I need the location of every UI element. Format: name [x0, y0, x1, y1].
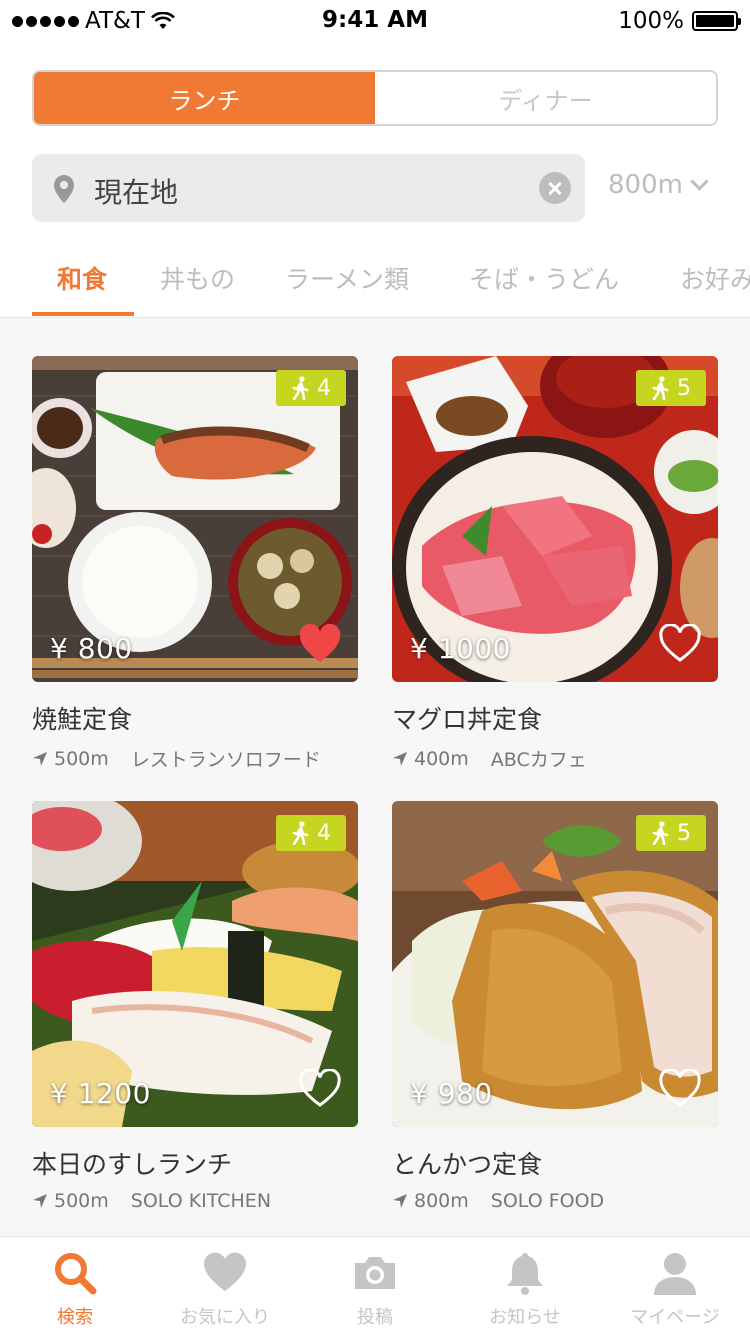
- shop-name: SOLO FOOD: [490, 1190, 605, 1212]
- meal-price: ¥ 1000: [410, 632, 511, 665]
- heart-outline-icon[interactable]: [658, 624, 702, 664]
- heart-filled-icon[interactable]: [298, 624, 342, 664]
- meal-meta: 500m SOLO KITCHEN: [32, 1190, 271, 1212]
- tab-donburi[interactable]: 丼もの: [160, 260, 235, 296]
- walk-minutes: 5: [677, 375, 691, 401]
- meal-price: ¥ 800: [50, 632, 133, 665]
- nav-mypage[interactable]: マイページ: [600, 1237, 750, 1334]
- walking-person-icon: [292, 376, 309, 400]
- meal-name: 本日のすしランチ: [32, 1150, 233, 1179]
- location-arrow-icon: [33, 1194, 47, 1208]
- bell-icon: [507, 1253, 543, 1295]
- walking-person-icon: [652, 376, 669, 400]
- distance-select[interactable]: 800m: [608, 170, 709, 200]
- location-arrow-icon: [393, 1194, 407, 1208]
- meal-distance: 500m: [54, 1190, 109, 1212]
- tab-lunch[interactable]: ランチ: [34, 72, 375, 124]
- location-arrow-icon: [393, 751, 407, 766]
- walk-minutes: 5: [677, 820, 691, 846]
- status-right: 100%: [618, 8, 741, 34]
- tab-ramen[interactable]: ラーメン類: [285, 260, 409, 296]
- tab-dinner[interactable]: ディナー: [375, 72, 716, 124]
- nav-label: マイページ: [630, 1307, 720, 1328]
- nav-label: お気に入り: [180, 1307, 270, 1328]
- clear-icon[interactable]: [539, 172, 571, 204]
- active-tab-indicator: [32, 312, 134, 316]
- walk-time-badge: 5: [636, 370, 706, 406]
- walking-person-icon: [652, 821, 669, 845]
- nav-label: 投稿: [357, 1307, 393, 1328]
- tab-okonomi[interactable]: お好み: [680, 260, 750, 296]
- meal-meta: 800m SOLO FOOD: [392, 1190, 604, 1212]
- heart-outline-icon[interactable]: [298, 1069, 342, 1109]
- shop-name: ABCカフェ: [490, 749, 587, 771]
- meal-toggle: ランチ ディナー: [32, 70, 718, 126]
- nav-label: お知らせ: [489, 1307, 561, 1328]
- meal-meta: 500m レストランソロフード: [32, 745, 321, 772]
- location-pin-icon: [54, 175, 74, 203]
- meal-price: ¥ 1200: [50, 1077, 151, 1110]
- nav-search[interactable]: 検索: [0, 1237, 150, 1334]
- tab-washoku[interactable]: 和食: [57, 260, 107, 296]
- battery-percent: 100%: [618, 8, 684, 34]
- tab-soba-udon[interactable]: そば・うどん: [469, 260, 619, 296]
- walk-minutes: 4: [317, 375, 331, 401]
- camera-icon: [355, 1257, 395, 1289]
- meal-price: ¥ 980: [410, 1077, 493, 1110]
- location-search-input[interactable]: 現在地: [32, 154, 585, 222]
- nav-notifications[interactable]: お知らせ: [450, 1237, 600, 1334]
- nav-favorites[interactable]: お気に入り: [150, 1237, 300, 1334]
- meal-name: マグロ丼定食: [392, 705, 543, 734]
- location-arrow-icon: [33, 751, 47, 766]
- nav-post[interactable]: 投稿: [300, 1237, 450, 1334]
- distance-value: 800m: [608, 170, 683, 200]
- battery-icon: [692, 11, 741, 31]
- walk-time-badge: 4: [276, 370, 346, 406]
- category-tabs: 和食 丼もの ラーメン類 そば・うどん お好み: [0, 246, 750, 318]
- meal-meta: 400m ABCカフェ: [392, 745, 587, 772]
- bottom-nav: 検索 お気に入り 投稿 お知らせ マイページ: [0, 1236, 750, 1334]
- meal-distance: 500m: [54, 747, 109, 770]
- meal-distance: 400m: [414, 747, 469, 770]
- walk-minutes: 4: [317, 820, 331, 846]
- chevron-down-icon: [690, 171, 709, 191]
- meal-name: 焼鮭定食: [32, 705, 133, 734]
- status-bar: AT&T 9:41 AM 100%: [0, 0, 750, 40]
- user-icon: [654, 1253, 696, 1295]
- walking-person-icon: [292, 821, 309, 845]
- shop-name: レストランソロフード: [130, 749, 321, 771]
- heart-outline-icon[interactable]: [658, 1069, 702, 1109]
- shop-name: SOLO KITCHEN: [130, 1190, 272, 1212]
- meal-name: とんかつ定食: [392, 1150, 543, 1179]
- walk-time-badge: 5: [636, 815, 706, 851]
- heart-icon: [203, 1252, 247, 1291]
- meal-distance: 800m: [414, 1190, 469, 1212]
- nav-label: 検索: [57, 1307, 93, 1328]
- walk-time-badge: 4: [276, 815, 346, 851]
- search-icon: [55, 1253, 97, 1295]
- search-value: 現在地: [94, 176, 179, 209]
